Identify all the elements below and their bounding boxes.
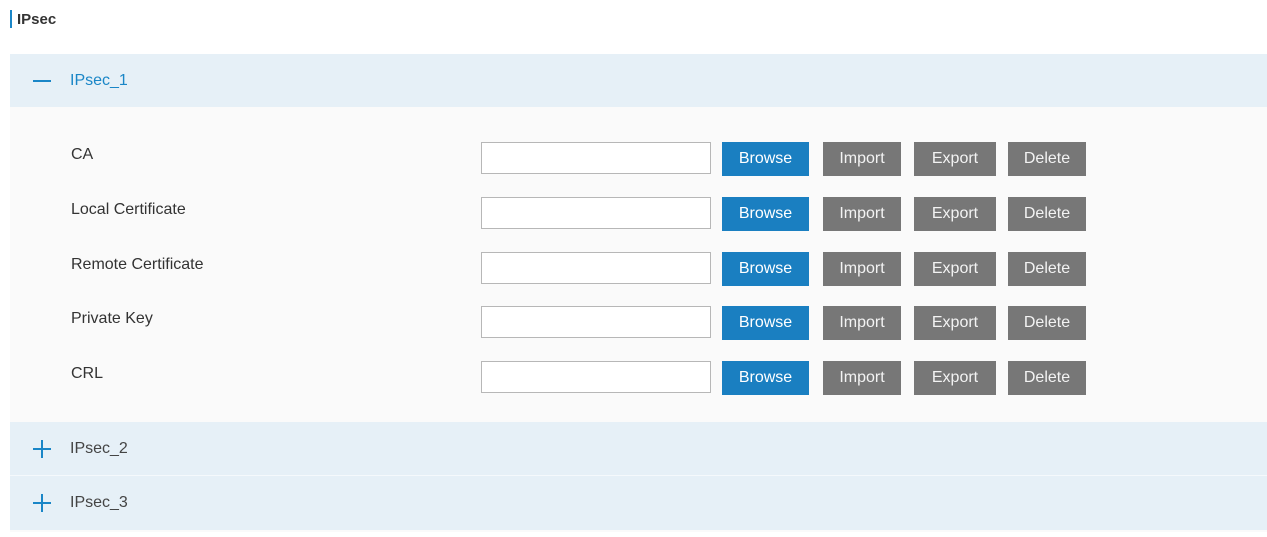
private-key-import-button[interactable]: Import — [823, 306, 901, 340]
minus-icon[interactable] — [32, 71, 52, 91]
accordion-label-ipsec-2[interactable]: IPsec_2 — [70, 440, 128, 458]
title-accent-bar — [10, 10, 12, 28]
private-key-browse-button[interactable]: Browse — [722, 306, 809, 340]
row-label-local-certificate: Local Certificate — [71, 201, 186, 218]
crl-file-field[interactable] — [481, 361, 711, 393]
crl-browse-button[interactable]: Browse — [722, 361, 809, 395]
ca-delete-button[interactable]: Delete — [1008, 142, 1086, 176]
accordion-header-ipsec-1[interactable]: IPsec_1 — [10, 54, 1267, 107]
ipsec-page: IPsec IPsec_1 CA Browse Import Export De… — [0, 0, 1267, 537]
remote-certificate-delete-button[interactable]: Delete — [1008, 252, 1086, 286]
cert-row-remote-certificate: Remote Certificate Browse Import Export … — [10, 252, 1267, 295]
local-certificate-export-button[interactable]: Export — [914, 197, 996, 231]
cert-row-crl: CRL Browse Import Export Delete — [10, 361, 1267, 404]
ca-browse-button[interactable]: Browse — [722, 142, 809, 176]
crl-delete-button[interactable]: Delete — [1008, 361, 1086, 395]
cert-row-local-certificate: Local Certificate Browse Import Export D… — [10, 197, 1267, 240]
local-certificate-delete-button[interactable]: Delete — [1008, 197, 1086, 231]
private-key-export-button[interactable]: Export — [914, 306, 996, 340]
local-certificate-file-field[interactable] — [481, 197, 711, 229]
ca-export-button[interactable]: Export — [914, 142, 996, 176]
section-title: IPsec — [10, 8, 56, 30]
row-label-crl: CRL — [71, 365, 104, 382]
cert-row-private-key: Private Key Browse Import Export Delete — [10, 306, 1267, 349]
remote-certificate-browse-button[interactable]: Browse — [722, 252, 809, 286]
plus-icon[interactable] — [32, 493, 52, 513]
plus-icon[interactable] — [32, 439, 52, 459]
row-label-private-key: Private Key — [71, 310, 153, 327]
accordion-header-ipsec-3[interactable]: IPsec_3 — [10, 476, 1267, 530]
remote-certificate-export-button[interactable]: Export — [914, 252, 996, 286]
accordion-label-ipsec-3[interactable]: IPsec_3 — [70, 494, 128, 512]
crl-export-button[interactable]: Export — [914, 361, 996, 395]
remote-certificate-file-field[interactable] — [481, 252, 711, 284]
ca-import-button[interactable]: Import — [823, 142, 901, 176]
private-key-file-field[interactable] — [481, 306, 711, 338]
local-certificate-browse-button[interactable]: Browse — [722, 197, 809, 231]
row-label-ca: CA — [71, 146, 94, 163]
private-key-delete-button[interactable]: Delete — [1008, 306, 1086, 340]
local-certificate-import-button[interactable]: Import — [823, 197, 901, 231]
cert-row-ca: CA Browse Import Export Delete — [10, 142, 1267, 185]
crl-import-button[interactable]: Import — [823, 361, 901, 395]
accordion-label-ipsec-1[interactable]: IPsec_1 — [70, 72, 128, 90]
accordion-header-ipsec-2[interactable]: IPsec_2 — [10, 422, 1267, 476]
ipsec-accordion: IPsec_1 CA Browse Import Export Delete L… — [10, 54, 1267, 532]
section-title-text: IPsec — [17, 10, 57, 28]
row-label-remote-certificate: Remote Certificate — [71, 256, 204, 273]
ca-file-field[interactable] — [481, 142, 711, 174]
remote-certificate-import-button[interactable]: Import — [823, 252, 901, 286]
